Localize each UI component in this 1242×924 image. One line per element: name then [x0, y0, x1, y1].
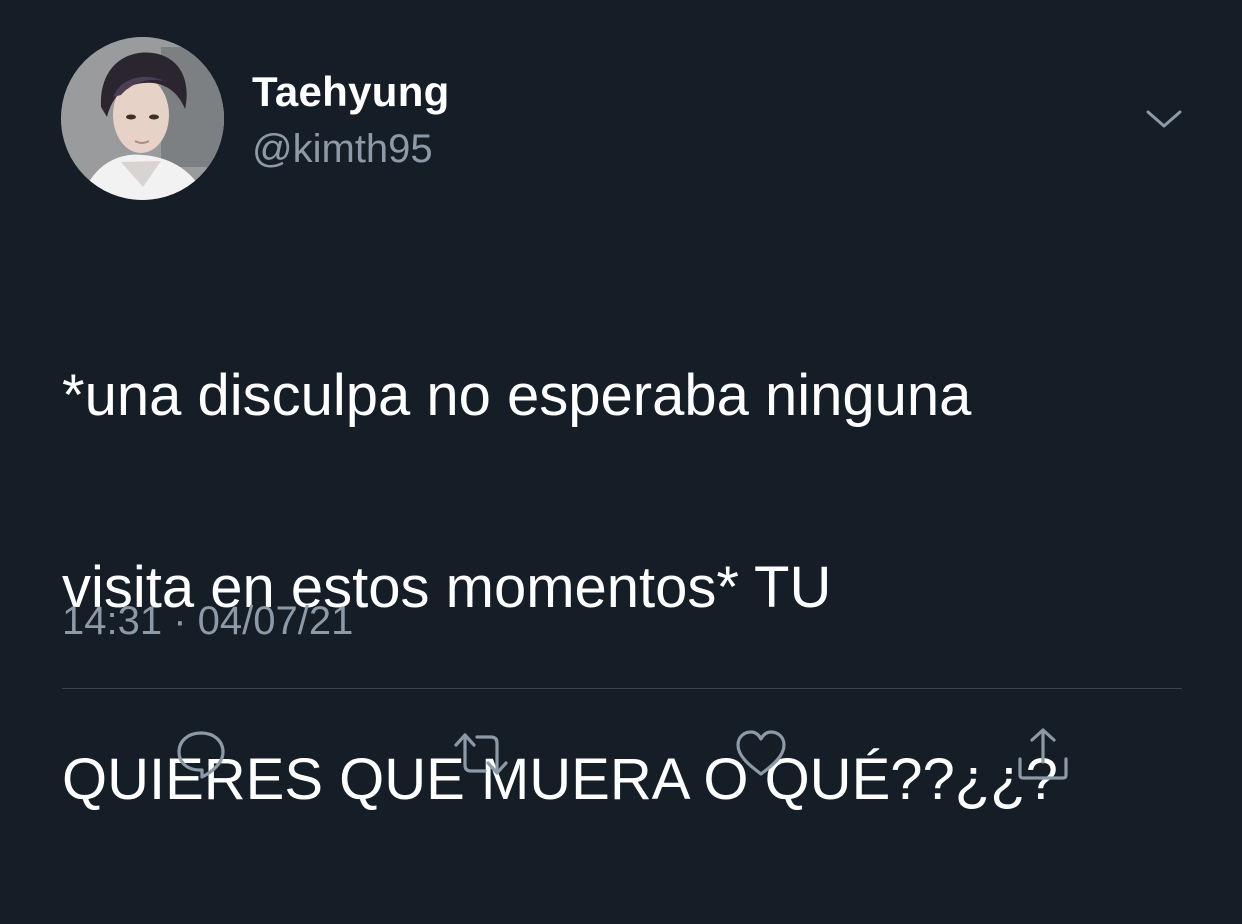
author-handle[interactable]: @kimth95 [252, 124, 433, 174]
action-bar [0, 722, 1242, 786]
retweet-icon [454, 733, 508, 775]
share-button[interactable] [1011, 722, 1075, 786]
like-button[interactable] [729, 722, 793, 786]
reply-icon [177, 731, 225, 779]
like-icon [736, 730, 786, 776]
share-icon [1018, 728, 1068, 780]
chevron-down-icon[interactable] [1144, 104, 1184, 134]
avatar[interactable] [61, 37, 224, 200]
tweet-timestamp[interactable]: 14:31 · 04/07/21 [62, 596, 353, 646]
tweet-card: Taehyung @kimth95 *una disculpa no esper… [0, 0, 1242, 812]
tweet-text-line: *una disculpa no esperaba ninguna [62, 363, 972, 428]
retweet-button[interactable] [449, 722, 513, 786]
divider [62, 688, 1182, 689]
avatar-photo [61, 37, 224, 200]
tweet-text: *una disculpa no esperaba ninguna visita… [62, 252, 1182, 924]
reply-button[interactable] [169, 722, 233, 786]
author-display-name[interactable]: Taehyung [252, 66, 450, 118]
